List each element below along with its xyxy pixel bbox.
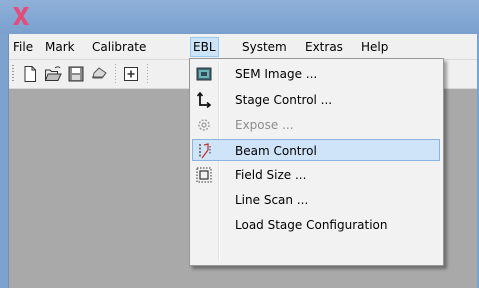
menu-item-label: Field Size ... xyxy=(235,168,307,182)
menu-item-line-scan[interactable]: Line Scan ... xyxy=(192,189,440,211)
menu-file[interactable]: File xyxy=(11,38,35,56)
expose-gear-icon xyxy=(198,119,210,131)
menu-bar: File Mark Calibrate EBL System Extras He… xyxy=(9,36,477,57)
field-size-icon xyxy=(196,167,212,183)
menu-extras[interactable]: Extras xyxy=(303,38,345,56)
menu-item-label: Stage Control ... xyxy=(235,93,333,107)
menu-item-field-size[interactable]: Field Size ... xyxy=(192,164,440,186)
app-logo-icon xyxy=(13,7,29,25)
menu-help[interactable]: Help xyxy=(359,38,390,56)
menu-item-label: Load Stage Configuration xyxy=(235,218,388,232)
menu-calibrate[interactable]: Calibrate xyxy=(90,38,148,56)
toolbar-separator xyxy=(115,64,116,84)
title-bar xyxy=(0,0,479,34)
save-disk-icon[interactable] xyxy=(67,65,85,83)
menu-system[interactable]: System xyxy=(240,38,289,56)
sem-image-icon xyxy=(196,67,212,81)
new-document-icon[interactable] xyxy=(21,65,39,83)
beam-control-icon xyxy=(199,143,211,159)
menu-item-label: Expose ... xyxy=(235,118,294,132)
menu-item-expose[interactable]: Expose ... xyxy=(192,114,440,136)
ebl-dropdown-menu: SEM Image ... Stage Control ... Expose .… xyxy=(189,58,444,266)
menu-item-beam-control[interactable]: Beam Control xyxy=(192,139,440,161)
menu-ebl[interactable]: EBL xyxy=(190,37,219,57)
add-item-icon[interactable] xyxy=(122,65,140,83)
toolbar-grip[interactable] xyxy=(12,65,14,83)
menu-item-stage-control[interactable]: Stage Control ... xyxy=(192,89,440,111)
menu-item-label: SEM Image ... xyxy=(235,67,318,81)
menu-item-label: Line Scan ... xyxy=(235,193,309,207)
toolbar-separator xyxy=(147,64,148,84)
menu-item-load-stage-configuration[interactable]: Load Stage Configuration xyxy=(192,214,440,236)
stage-control-icon xyxy=(196,91,212,109)
menu-item-sem-image[interactable]: SEM Image ... xyxy=(192,63,440,85)
print-icon[interactable] xyxy=(90,65,108,83)
menu-mark[interactable]: Mark xyxy=(43,38,77,56)
menu-item-label: Beam Control xyxy=(235,144,317,158)
open-folder-icon[interactable] xyxy=(44,65,62,83)
